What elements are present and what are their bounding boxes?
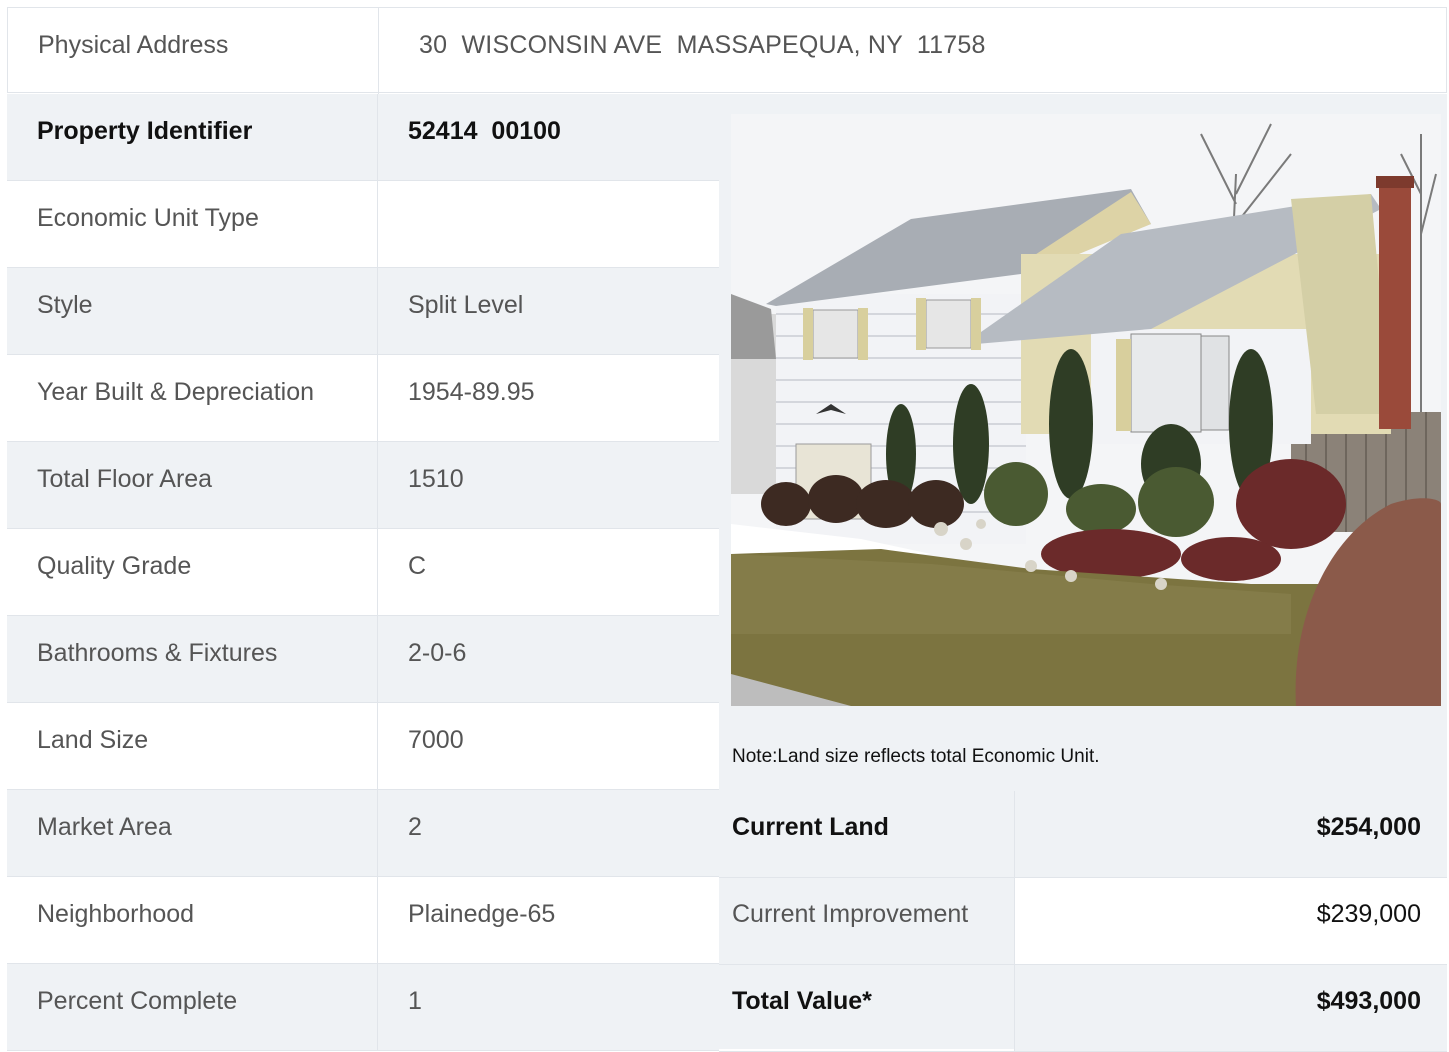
value-amount: $254,000 <box>1316 813 1421 841</box>
detail-label: Quality Grade <box>37 552 192 580</box>
detail-value: 1954-89.95 <box>408 378 535 406</box>
detail-row-year-built: Year Built & Depreciation 1954-89.95 <box>7 355 719 442</box>
address-label: Physical Address <box>38 31 229 59</box>
value-amount: $493,000 <box>1316 987 1421 1015</box>
detail-value: C <box>408 552 427 580</box>
detail-row-percent-complete: Percent Complete 1 <box>7 964 719 1051</box>
land-size-note: Note:Land size reflects total Economic U… <box>732 746 1100 767</box>
value-cell: $493,000 <box>1014 965 1447 1051</box>
detail-label: Neighborhood <box>37 900 195 928</box>
detail-value: 7000 <box>408 726 464 754</box>
detail-row-style: Style Split Level <box>7 268 719 355</box>
column-divider <box>377 355 378 441</box>
column-divider <box>378 8 379 94</box>
column-divider <box>377 790 378 876</box>
detail-label: Land Size <box>37 726 149 754</box>
value-amount: $239,000 <box>1316 900 1421 928</box>
detail-row-total-floor-area: Total Floor Area 1510 <box>7 442 719 529</box>
value-cell: $254,000 <box>1014 791 1447 877</box>
property-details-table: Property Identifier 52414 00100 Economic… <box>7 94 719 1051</box>
detail-value: 52414 00100 <box>408 117 561 145</box>
value-label: Total Value* <box>732 987 872 1015</box>
detail-row-market-area: Market Area 2 <box>7 790 719 877</box>
detail-label: Market Area <box>37 813 172 841</box>
value-label: Current Improvement <box>732 900 969 928</box>
column-divider <box>377 616 378 702</box>
detail-row-quality-grade: Quality Grade C <box>7 529 719 616</box>
column-divider <box>377 877 378 963</box>
detail-row-neighborhood: Neighborhood Plainedge-65 <box>7 877 719 964</box>
value-cell: $239,000 <box>1014 878 1447 964</box>
detail-row-property-identifier: Property Identifier 52414 00100 <box>7 94 719 181</box>
detail-label: Bathrooms & Fixtures <box>37 639 278 667</box>
valuation-table: Current Land $254,000 Current Improvemen… <box>719 791 1447 1052</box>
detail-label: Year Built & Depreciation <box>37 378 315 406</box>
value-row-total-value: Total Value* $493,000 <box>719 965 1447 1052</box>
detail-value: Split Level <box>408 291 524 319</box>
column-divider <box>377 94 378 180</box>
detail-value: 2-0-6 <box>408 639 467 667</box>
property-summary-panel: Note:Land size reflects total Economic U… <box>719 94 1447 1052</box>
detail-label: Style <box>37 291 93 319</box>
column-divider <box>377 703 378 789</box>
detail-row-economic-unit-type: Economic Unit Type <box>7 181 719 268</box>
column-divider <box>377 529 378 615</box>
detail-label: Economic Unit Type <box>37 204 259 232</box>
address-value: 30 WISCONSIN AVE MASSAPEQUA, NY 11758 <box>419 31 986 59</box>
column-divider <box>377 964 378 1050</box>
detail-label: Total Floor Area <box>37 465 213 493</box>
detail-row-bathrooms: Bathrooms & Fixtures 2-0-6 <box>7 616 719 703</box>
property-photo <box>731 114 1441 706</box>
value-row-current-improvement: Current Improvement $239,000 <box>719 878 1447 965</box>
value-row-current-land: Current Land $254,000 <box>719 791 1447 878</box>
column-divider <box>377 442 378 528</box>
address-row: Physical Address 30 WISCONSIN AVE MASSAP… <box>7 7 1447 94</box>
detail-value: 1 <box>408 987 422 1015</box>
detail-value: 1510 <box>408 465 464 493</box>
column-divider <box>377 181 378 267</box>
value-label: Current Land <box>732 813 889 841</box>
detail-value: Plainedge-65 <box>408 900 556 928</box>
detail-label: Percent Complete <box>37 987 238 1015</box>
column-divider <box>377 268 378 354</box>
detail-value: 2 <box>408 813 422 841</box>
property-record-page: Physical Address 30 WISCONSIN AVE MASSAP… <box>0 0 1449 1052</box>
detail-label: Property Identifier <box>37 117 253 145</box>
detail-row-land-size: Land Size 7000 <box>7 703 719 790</box>
